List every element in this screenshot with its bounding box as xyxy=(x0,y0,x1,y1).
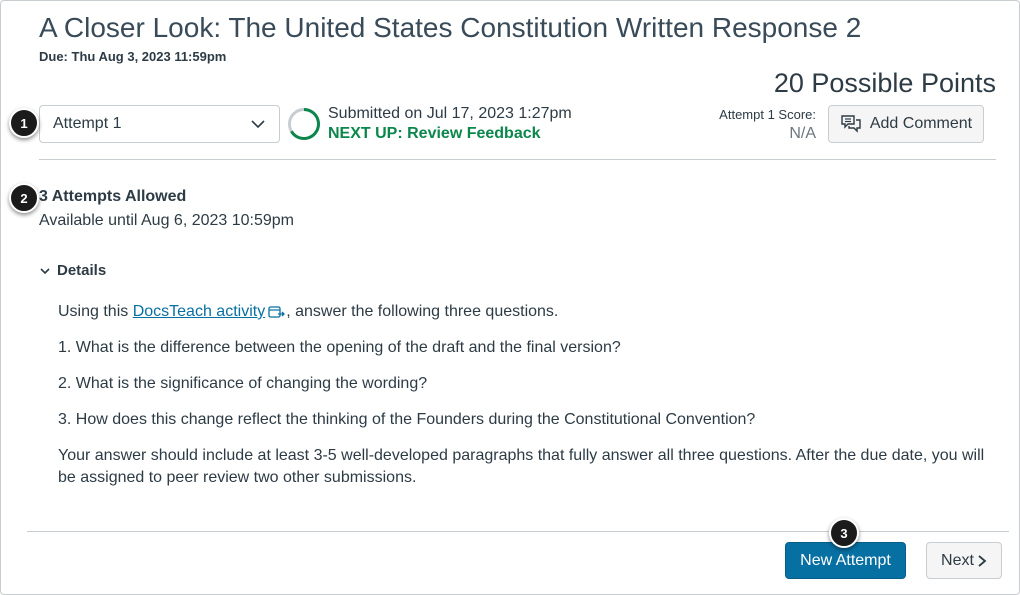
submission-status-ring-icon xyxy=(288,108,320,140)
next-button[interactable]: Next xyxy=(926,542,1002,579)
question-2: 2. What is the significance of changing … xyxy=(58,375,428,392)
header-divider xyxy=(39,159,996,160)
submitted-status: Submitted on Jul 17, 2023 1:27pm xyxy=(328,105,572,122)
instructions-text: Your answer should include at least 3-5 … xyxy=(58,447,985,486)
possible-points: 20 Possible Points xyxy=(773,68,996,98)
due-date: Due: Thu Aug 3, 2023 11:59pm xyxy=(39,49,227,64)
external-link-icon xyxy=(268,306,286,318)
callout-badge-3: 3 xyxy=(829,518,859,548)
next-button-label: Next xyxy=(941,551,974,569)
attempts-allowed: 3 Attempts Allowed xyxy=(39,188,187,205)
details-intro: Using this DocsTeach activity , answer t… xyxy=(58,301,988,323)
details-intro-end: , answer the following three questions. xyxy=(286,303,559,320)
add-comment-label: Add Comment xyxy=(869,115,973,132)
available-until: Available until Aug 6, 2023 10:59pm xyxy=(39,212,295,229)
attempt-select[interactable]: Attempt 1 xyxy=(39,105,280,143)
next-up-status: NEXT UP: Review Feedback xyxy=(328,125,541,142)
question-1: 1. What is the difference between the op… xyxy=(58,339,621,356)
add-comment-button[interactable]: Add Comment xyxy=(828,105,984,143)
comment-icon xyxy=(841,115,861,133)
details-intro-start: Using this xyxy=(58,303,133,320)
chevron-down-icon xyxy=(251,120,265,129)
attempt-score-label: Attempt 1 Score: xyxy=(719,107,816,122)
callout-badge-1: 1 xyxy=(9,108,39,138)
attempt-select-value: Attempt 1 xyxy=(53,115,122,132)
docsteach-activity-link[interactable]: DocsTeach activity xyxy=(133,303,266,320)
footer-divider xyxy=(27,531,1009,532)
details-toggle-label: Details xyxy=(57,262,107,279)
chevron-down-icon xyxy=(40,267,50,274)
page-title: A Closer Look: The United States Constit… xyxy=(39,12,862,43)
attempt-score-value: N/A xyxy=(789,125,816,142)
details-content: Using this DocsTeach activity , answer t… xyxy=(58,301,988,503)
chevron-right-icon xyxy=(978,554,987,567)
callout-badge-2: 2 xyxy=(9,183,39,213)
question-3: 3. How does this change reflect the thin… xyxy=(58,411,756,428)
details-toggle[interactable]: Details xyxy=(39,262,106,279)
